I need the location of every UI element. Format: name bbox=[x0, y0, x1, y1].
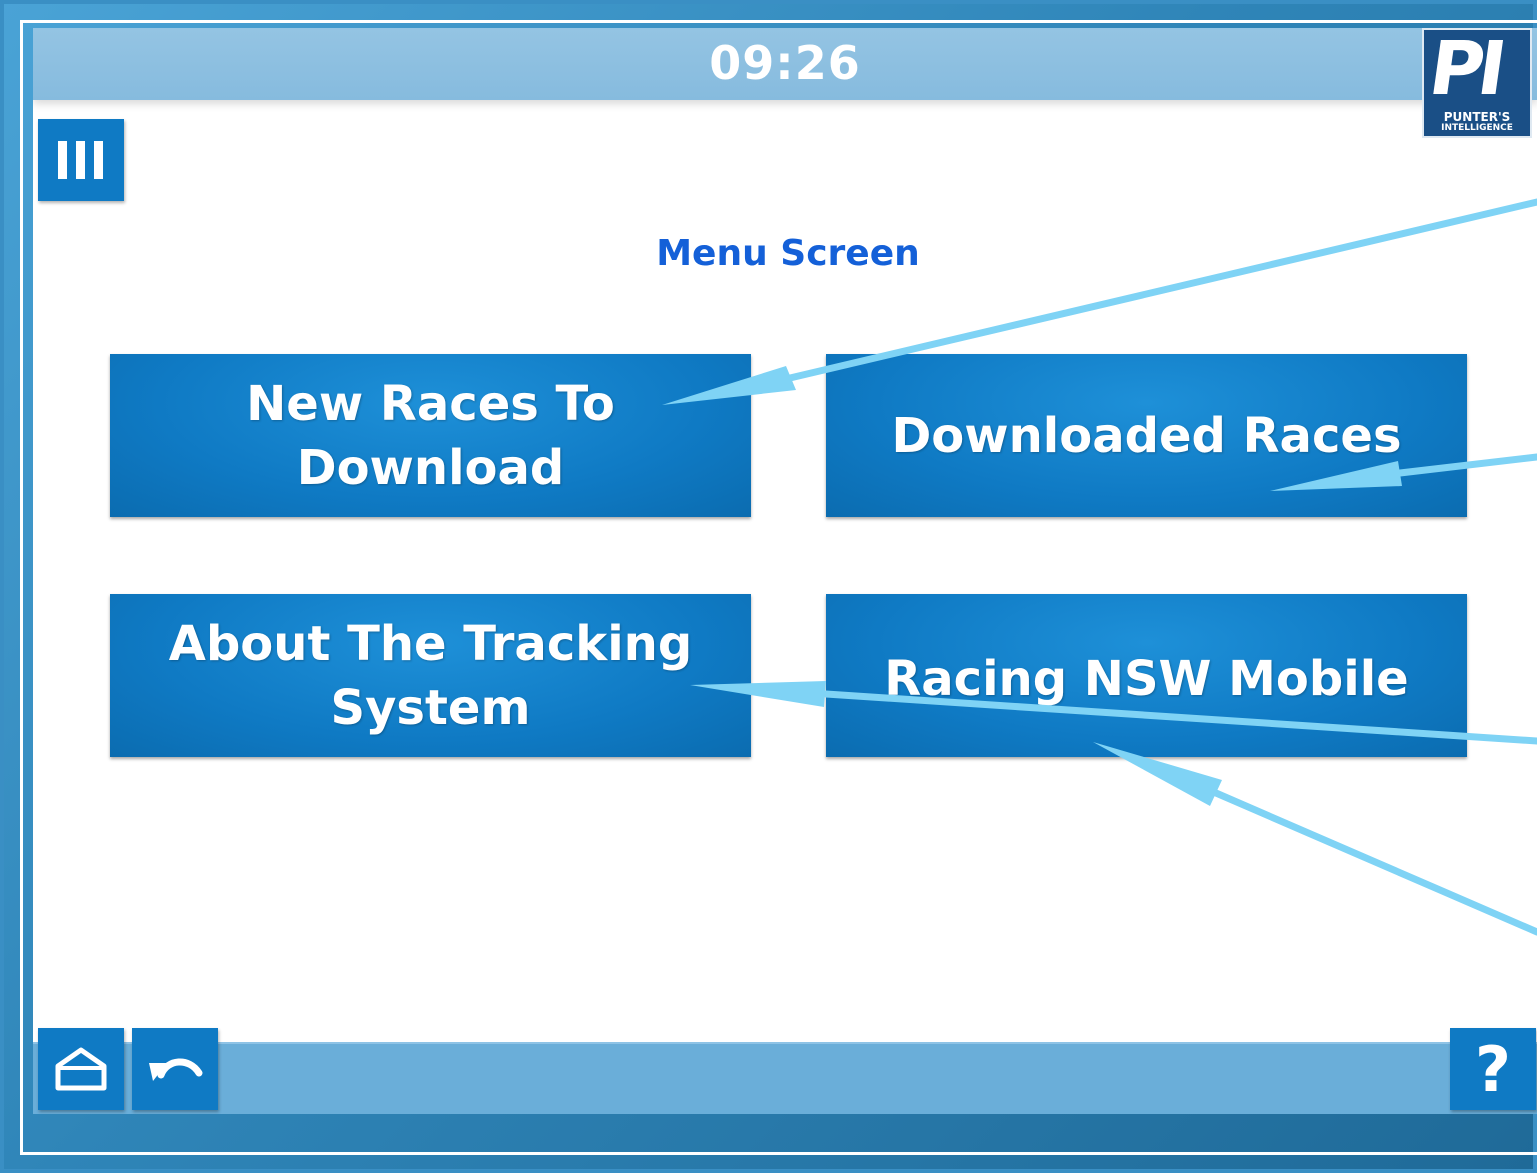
logo-text: PUNTER'S INTELLIGENCE bbox=[1424, 110, 1530, 133]
racing-nsw-mobile-button[interactable]: Racing NSW Mobile bbox=[826, 594, 1467, 757]
help-icon: ? bbox=[1475, 1032, 1511, 1106]
racing-nsw-mobile-label: Racing NSW Mobile bbox=[884, 650, 1409, 707]
bottom-bar bbox=[33, 1042, 1537, 1114]
help-button[interactable]: ? bbox=[1450, 1028, 1536, 1110]
app-screen: 09:26 PI PUNTER'S INTELLIGENCE Menu Scre… bbox=[33, 28, 1537, 1114]
downloaded-races-label: Downloaded Races bbox=[891, 407, 1402, 464]
home-button[interactable] bbox=[38, 1028, 124, 1110]
punters-intelligence-logo: PI PUNTER'S INTELLIGENCE bbox=[1422, 28, 1532, 138]
new-races-button[interactable]: New Races To Download bbox=[110, 354, 751, 517]
about-tracking-label-line1: About The Tracking bbox=[168, 615, 693, 672]
about-tracking-button[interactable]: About The Tracking System bbox=[110, 594, 751, 757]
page-title: Menu Screen bbox=[656, 233, 920, 274]
new-races-label: New Races To Download bbox=[246, 375, 615, 496]
about-tracking-label-line2: System bbox=[330, 679, 531, 736]
clock: 09:26 bbox=[709, 36, 861, 90]
back-icon bbox=[149, 1058, 203, 1081]
logo-text-line2: INTELLIGENCE bbox=[1441, 123, 1513, 133]
downloaded-races-button[interactable]: Downloaded Races bbox=[826, 354, 1467, 517]
logo-text-line1: PUNTER'S bbox=[1443, 110, 1511, 124]
logo-letters: PI bbox=[1423, 28, 1506, 112]
top-bar: 09:26 bbox=[33, 28, 1537, 100]
menu-button[interactable] bbox=[38, 119, 124, 201]
back-button[interactable] bbox=[132, 1028, 218, 1110]
home-icon bbox=[55, 1047, 107, 1091]
